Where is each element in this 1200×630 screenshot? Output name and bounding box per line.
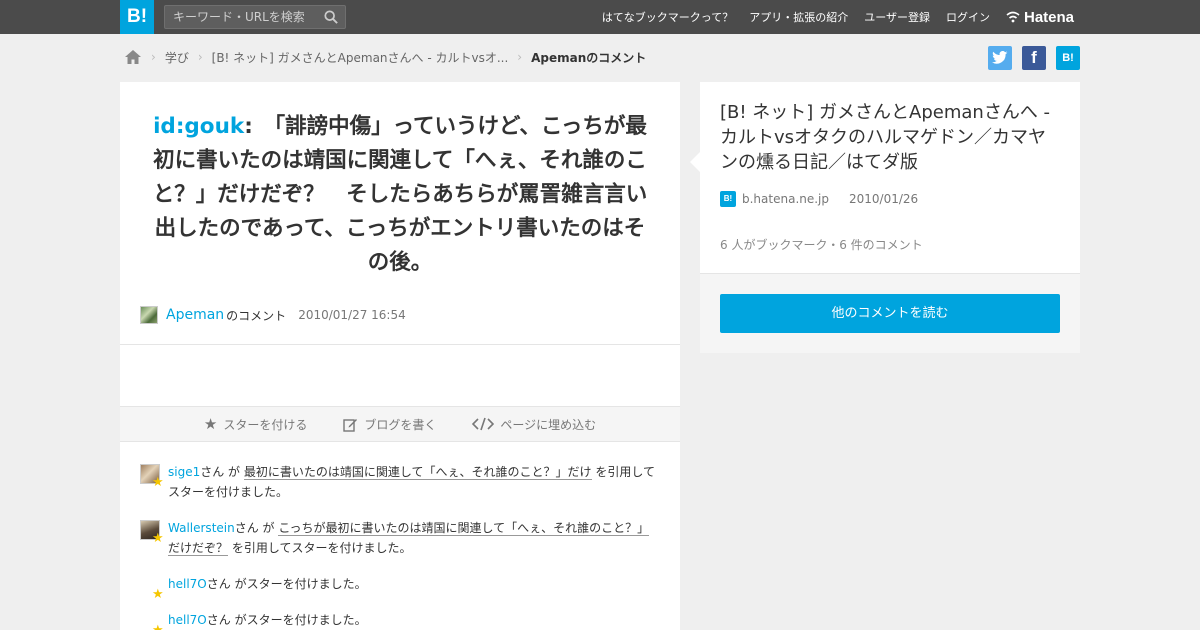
search-input[interactable] bbox=[165, 6, 317, 28]
star-user-link[interactable]: Wallerstein bbox=[168, 521, 235, 535]
list-item: ★ hell7Oさん がスターを付けました。 bbox=[140, 574, 660, 601]
hatena-bookmark-logo[interactable]: B! bbox=[120, 0, 154, 34]
card-pointer bbox=[690, 152, 700, 172]
edit-icon bbox=[343, 418, 358, 432]
star-text: さん がスターを付けました。 bbox=[206, 577, 367, 591]
twitter-icon bbox=[992, 51, 1008, 64]
top-nav: はてなブックマークって？ アプリ・拡張の紹介 ユーザー登録 ログイン bbox=[602, 0, 990, 34]
chevron-right-icon: › bbox=[517, 50, 523, 64]
home-icon[interactable] bbox=[124, 49, 142, 65]
hatena-bookmark-icon: B! bbox=[720, 191, 736, 207]
star-icon: ★ bbox=[152, 624, 164, 630]
nav-about[interactable]: はてなブックマークって？ bbox=[602, 9, 733, 25]
comment-date: 2010/01/27 16:54 bbox=[298, 308, 406, 322]
comment-colon: : bbox=[244, 114, 253, 139]
top-bar: B! はてなブックマークって？ アプリ・拡張の紹介 ユーザー登録 ログイン Ha… bbox=[0, 0, 1200, 34]
read-other-comments-button[interactable]: 他のコメントを読む bbox=[720, 294, 1060, 333]
star-text: さん が bbox=[200, 465, 244, 479]
comment-author-suffix: のコメント bbox=[226, 308, 287, 323]
comment-author-link[interactable]: Apeman bbox=[166, 307, 224, 323]
chevron-right-icon: › bbox=[197, 50, 203, 64]
facebook-share-button[interactable]: f bbox=[1022, 46, 1046, 70]
star-user-link[interactable]: hell7O bbox=[168, 613, 207, 627]
avatar[interactable]: ★ bbox=[140, 520, 164, 545]
star-icon: ★ bbox=[203, 415, 218, 433]
list-item: ★ sige1さん が 最初に書いたのは靖国に関連して「へぇ、それ誰のこと？」だ… bbox=[140, 462, 660, 502]
entry-card-footer: 他のコメントを読む bbox=[700, 273, 1080, 353]
star-user-link[interactable]: sige1 bbox=[168, 465, 200, 479]
bookmark-count-link[interactable]: 6 人がブックマーク・6 件のコメント bbox=[720, 236, 923, 253]
entry-date: 2010/01/26 bbox=[849, 192, 919, 206]
star-text: さん がスターを付けました。 bbox=[206, 613, 367, 627]
write-blog-button[interactable]: ブログを書く bbox=[343, 416, 436, 433]
embed-page-label: ページに埋め込む bbox=[500, 417, 597, 432]
avatar[interactable]: ★ bbox=[140, 576, 164, 601]
search-icon[interactable] bbox=[324, 10, 338, 24]
search-box[interactable] bbox=[164, 5, 346, 29]
facebook-icon: f bbox=[1031, 48, 1037, 67]
breadcrumb: › 学び › [B! ネット] ガメさんとApemanさんへ - カルトvsオ.… bbox=[124, 46, 646, 68]
hatena-mark-icon bbox=[1006, 11, 1020, 23]
list-item: ★ hell7Oさん がスターを付けました。 bbox=[140, 610, 660, 630]
embed-page-button[interactable]: ページに埋め込む bbox=[472, 416, 596, 433]
add-star-label: スターを付ける bbox=[223, 417, 308, 432]
star-quote-link[interactable]: 最初に書いたのは靖国に関連して「へぇ、それ誰のこと？」だけ bbox=[243, 465, 592, 480]
entry-title-link[interactable]: [B! ネット] ガメさんとApemanさんへ - カルトvsオタクのハルマゲド… bbox=[720, 100, 1062, 175]
nav-apps[interactable]: アプリ・拡張の紹介 bbox=[749, 9, 848, 25]
breadcrumb-current: Apemanのコメント bbox=[531, 50, 647, 65]
write-blog-label: ブログを書く bbox=[364, 417, 437, 432]
star-text: さん が bbox=[234, 521, 279, 535]
avatar[interactable]: ★ bbox=[140, 464, 164, 489]
entry-domain-link[interactable]: b.hatena.ne.jp bbox=[742, 192, 829, 206]
star-user-link[interactable]: hell7O bbox=[168, 577, 207, 591]
code-icon bbox=[472, 417, 495, 431]
star-icon: ★ bbox=[152, 587, 164, 602]
breadcrumb-entry[interactable]: [B! ネット] ガメさんとApemanさんへ - カルトvsオ... bbox=[212, 49, 509, 66]
add-star-button[interactable]: ★ スターを付ける bbox=[204, 415, 307, 433]
chevron-right-icon: › bbox=[151, 50, 156, 64]
avatar[interactable] bbox=[140, 306, 158, 324]
hatena-logo[interactable]: Hatena bbox=[1006, 8, 1074, 26]
comment-body: id:gouk: 「誹謗中傷」っていうけど、こっちが最初に書いたのは靖国に関連し… bbox=[148, 110, 652, 280]
star-list: ★ sige1さん が 最初に書いたのは靖国に関連して「へぇ、それ誰のこと？」だ… bbox=[140, 462, 660, 630]
hatena-bookmark-share-button[interactable]: B! bbox=[1056, 46, 1080, 70]
twitter-share-button[interactable] bbox=[988, 46, 1012, 70]
star-icon: ★ bbox=[152, 475, 164, 490]
action-bar: ★ スターを付ける ブログを書く ページに埋め込む bbox=[120, 406, 680, 442]
avatar[interactable]: ★ bbox=[140, 612, 164, 630]
nav-register[interactable]: ユーザー登録 bbox=[864, 9, 930, 25]
divider bbox=[120, 344, 680, 345]
comment-card: id:gouk: 「誹謗中傷」っていうけど、こっちが最初に書いたのは靖国に関連し… bbox=[120, 82, 680, 630]
list-item: ★ Wallersteinさん が こっちが最初に書いたのは靖国に関連して「へぇ… bbox=[140, 518, 660, 558]
star-text-post: を引用してスターを付けました。 bbox=[228, 541, 412, 555]
breadcrumb-category[interactable]: 学び bbox=[165, 49, 189, 66]
entry-card: [B! ネット] ガメさんとApemanさんへ - カルトvsオタクのハルマゲド… bbox=[690, 82, 1080, 273]
hatena-logo-text: Hatena bbox=[1024, 8, 1075, 26]
star-icon: ★ bbox=[152, 531, 164, 546]
nav-login[interactable]: ログイン bbox=[946, 9, 990, 25]
entry-source: B! b.hatena.ne.jp 2010/01/26 bbox=[720, 191, 918, 207]
comment-meta: Apeman のコメント 2010/01/27 16:54 bbox=[140, 306, 406, 324]
quoted-user-link[interactable]: id:gouk bbox=[153, 114, 244, 139]
